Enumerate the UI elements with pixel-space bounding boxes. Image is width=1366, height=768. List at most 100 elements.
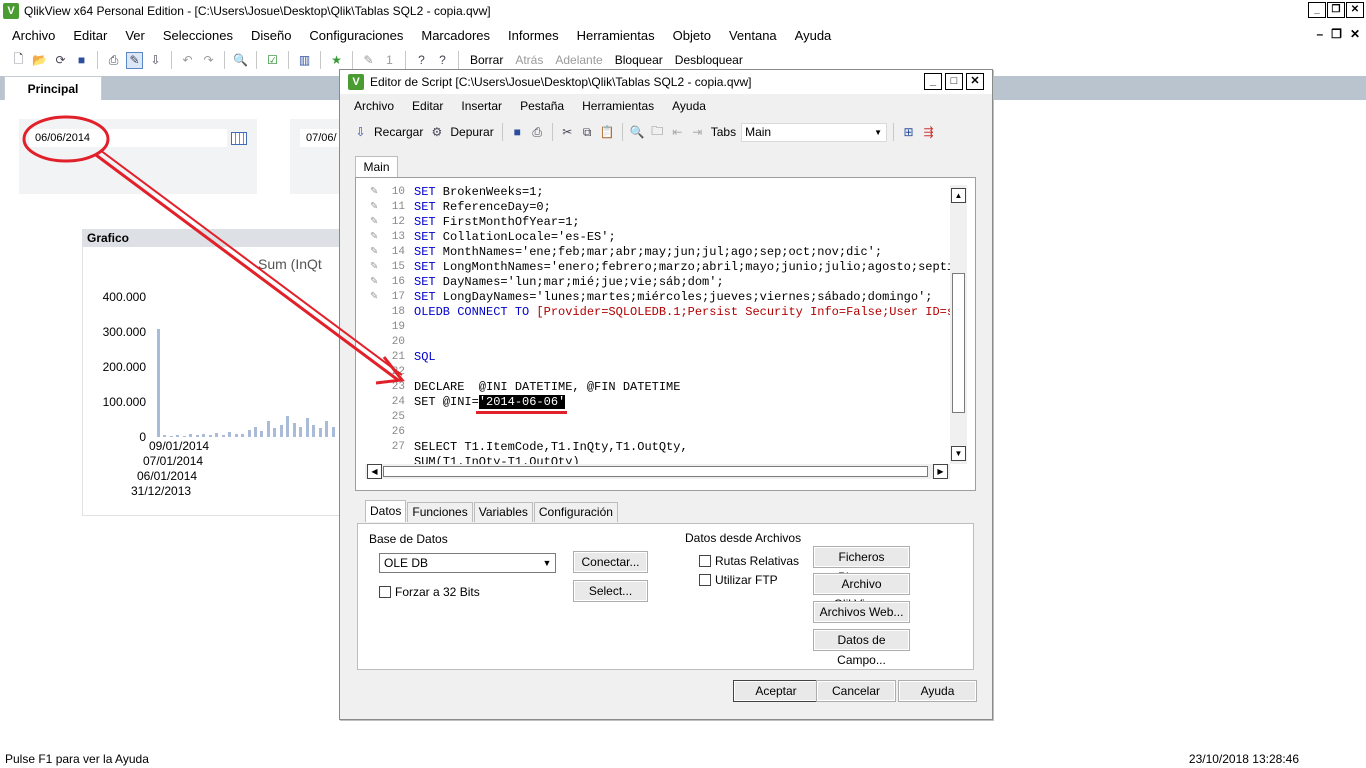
depurar-button[interactable]: Depurar (450, 125, 493, 139)
tab-main[interactable]: Main (355, 156, 398, 177)
copy-icon[interactable]: ⧉ (579, 124, 596, 141)
cancelar-button[interactable]: Cancelar (816, 680, 896, 702)
tab-funciones[interactable]: Funciones (407, 502, 473, 522)
redo-icon[interactable]: ↷ (200, 52, 217, 69)
ficheros-planos-button[interactable]: Ficheros Planos... (813, 546, 910, 584)
chart-bar[interactable] (157, 328, 160, 437)
select-button[interactable]: Select... (573, 580, 648, 602)
print-icon[interactable]: ⎙ (529, 124, 546, 141)
print-icon[interactable]: ⎙ (105, 52, 122, 69)
mdi-minimize-button[interactable]: – (1316, 27, 1323, 41)
atras-button[interactable]: Atrás (515, 53, 543, 67)
tab-variables[interactable]: Variables (473, 502, 533, 522)
open-icon[interactable]: 📂 (31, 52, 48, 69)
edit-script-icon[interactable]: ✎ (126, 51, 143, 69)
aceptar-button[interactable]: Aceptar (733, 680, 819, 702)
help-icon[interactable]: ? (413, 52, 430, 69)
chart-bar[interactable] (253, 426, 257, 437)
tab-configuracion[interactable]: Configuración (533, 502, 618, 522)
menu-ayuda[interactable]: Ayuda (795, 28, 832, 43)
chart-bar[interactable] (234, 433, 238, 437)
calendar-icon[interactable] (231, 132, 247, 145)
chart-bar[interactable] (305, 417, 309, 437)
menu-objeto[interactable]: Objeto (673, 28, 711, 43)
reload-icon[interactable]: ⟳ (52, 52, 69, 69)
chart-bar[interactable] (195, 435, 199, 437)
dlg-menu-archivo[interactable]: Archivo (354, 99, 394, 113)
chart-bar[interactable] (331, 426, 335, 437)
utilizar-ftp-checkbox[interactable] (699, 574, 711, 586)
chart-bar[interactable] (176, 434, 180, 437)
forzar-32-checkbox[interactable] (379, 586, 391, 598)
chart-bar[interactable] (202, 433, 206, 437)
close-button[interactable]: ✕ (1346, 2, 1364, 18)
chart-bar[interactable] (299, 426, 303, 437)
save-icon[interactable]: ■ (73, 52, 90, 69)
chart-bar[interactable] (266, 421, 270, 437)
dialog-minimize-button[interactable]: _ (924, 73, 942, 90)
menu-configuraciones[interactable]: Configuraciones (309, 28, 403, 43)
horizontal-scrollbar[interactable]: ◀ ▶ (365, 464, 950, 479)
borrar-button[interactable]: Borrar (470, 53, 503, 67)
menu-herramientas[interactable]: Herramientas (577, 28, 655, 43)
minimize-button[interactable]: _ (1308, 2, 1326, 18)
mdi-restore-button[interactable]: ❐ (1331, 27, 1342, 41)
chart-bar[interactable] (292, 423, 296, 437)
checkbox-icon[interactable]: ☑ (264, 52, 281, 69)
scroll-right-icon[interactable]: ▶ (933, 464, 948, 479)
dlg-menu-editar[interactable]: Editar (412, 99, 443, 113)
hscroll-thumb[interactable] (383, 466, 928, 477)
mdi-close-button[interactable]: ✕ (1350, 27, 1360, 41)
chart-bar[interactable] (182, 435, 186, 437)
desbloquear-button[interactable]: Desbloquear (675, 53, 743, 67)
archivos-web-button[interactable]: Archivos Web... (813, 601, 910, 623)
dlg-menu-ayuda[interactable]: Ayuda (672, 99, 706, 113)
chart-bar[interactable] (228, 431, 232, 437)
chart-icon[interactable]: ▥ (296, 52, 313, 69)
chart-bar[interactable] (247, 430, 251, 437)
new-icon[interactable]: 🗋 (10, 52, 27, 69)
bloquear-button[interactable]: Bloquear (615, 53, 663, 67)
chart-bar[interactable] (163, 435, 167, 437)
menu-informes[interactable]: Informes (508, 28, 559, 43)
database-select[interactable]: OLE DB ▼ (379, 553, 556, 573)
menu-selecciones[interactable]: Selecciones (163, 28, 233, 43)
chart-bar[interactable] (273, 428, 277, 437)
save-icon[interactable]: ■ (509, 124, 526, 141)
chart-bar[interactable] (312, 424, 316, 437)
syntax-check-icon[interactable]: ⇶ (920, 124, 937, 141)
dlg-menu-herramientas[interactable]: Herramientas (582, 99, 654, 113)
menu-archivo[interactable]: Archivo (12, 28, 55, 43)
dialog-close-button[interactable]: ✕ (966, 73, 984, 90)
scroll-up-icon[interactable]: ▲ (951, 188, 966, 203)
chart-bar[interactable] (286, 416, 290, 437)
chart-bar[interactable] (169, 435, 173, 437)
undo-icon[interactable]: ↶ (179, 52, 196, 69)
rutas-relativas-checkbox[interactable] (699, 555, 711, 567)
chart-bar[interactable] (189, 434, 193, 437)
context-help-icon[interactable]: ? (434, 52, 451, 69)
chart-bar[interactable] (318, 428, 322, 437)
menu-editar[interactable]: Editar (73, 28, 107, 43)
reload-script-icon[interactable]: ⇩ (147, 52, 164, 69)
dlg-menu-pestana[interactable]: Pestaña (520, 99, 564, 113)
chart-bar[interactable] (215, 432, 219, 437)
chart-bar[interactable] (208, 434, 212, 437)
scroll-left-icon[interactable]: ◀ (367, 464, 382, 479)
calendar-date-input-2[interactable]: 07/06/ (300, 129, 342, 147)
tab-principal[interactable]: Principal (4, 76, 102, 102)
menu-ventana[interactable]: Ventana (729, 28, 777, 43)
tab-right-icon[interactable]: ⇥ (689, 124, 706, 141)
tab-datos[interactable]: Datos (365, 500, 407, 522)
conectar-button[interactable]: Conectar... (573, 551, 648, 573)
calendar-date-input[interactable]: 06/06/2014 (29, 129, 227, 147)
chart-bar[interactable] (325, 421, 329, 437)
search-icon[interactable]: 🔍 (629, 124, 646, 141)
menu-diseno[interactable]: Diseño (251, 28, 291, 43)
vertical-scrollbar[interactable]: ▲ ▼ (950, 185, 967, 464)
archivo-qlikview-button[interactable]: Archivo QlikView... (813, 573, 910, 611)
dlg-menu-insertar[interactable]: Insertar (461, 99, 502, 113)
script-editor[interactable]: ✎ 10 ✎ 11 ✎ 12 ✎ 13 ✎ 14 ✎ 15 ✎ 16 ✎ 17 18 19 20 21 22 23 24 25… (365, 185, 950, 479)
menu-ver[interactable]: Ver (125, 28, 145, 43)
chart-bar[interactable] (221, 434, 225, 437)
